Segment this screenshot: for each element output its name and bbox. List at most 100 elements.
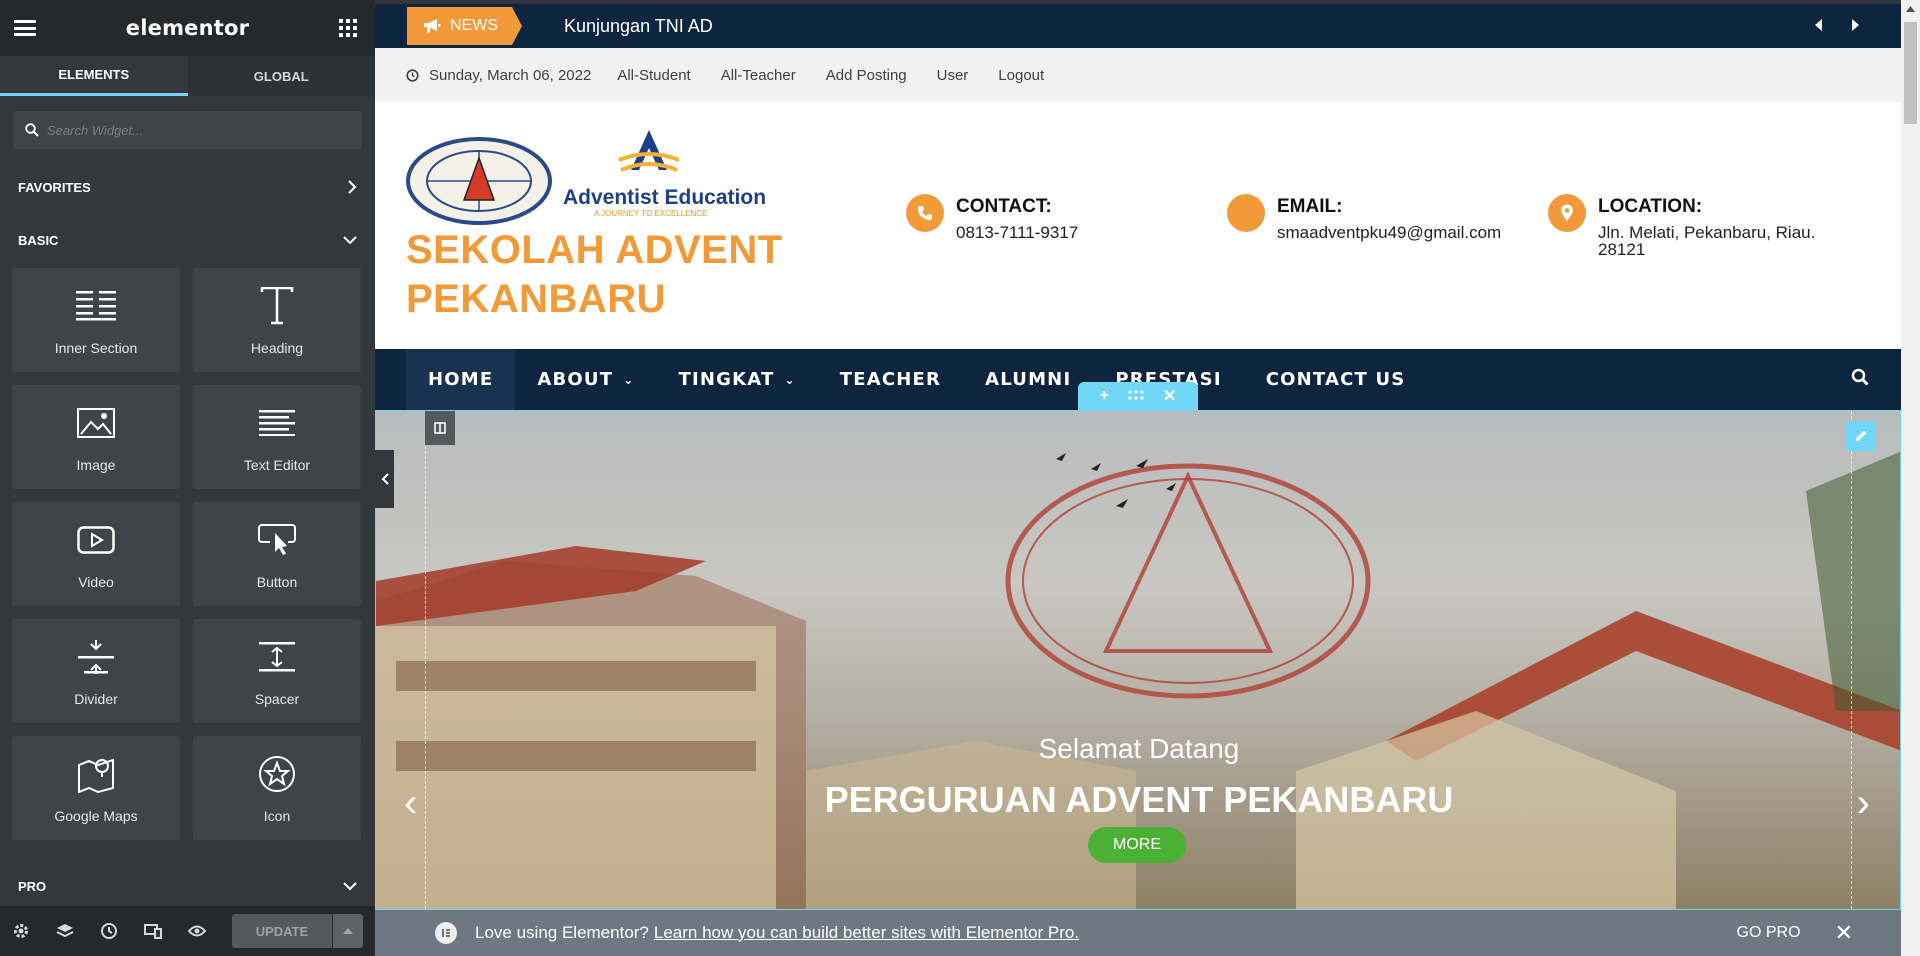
nav-label: ABOUT [537, 369, 614, 390]
scrollbar-thumb[interactable] [1904, 22, 1917, 124]
tab-global[interactable]: GLOBAL [187, 56, 375, 96]
column-icon [434, 422, 446, 434]
site-title[interactable]: SEKOLAH ADVENT PEKANBARU [406, 226, 786, 324]
promo-link[interactable]: Learn how you can build better sites wit… [654, 923, 1079, 943]
widget-image[interactable]: Image [12, 385, 180, 489]
location-title: LOCATION: [1598, 196, 1703, 217]
star-icon [259, 756, 295, 792]
video-icon [77, 526, 115, 554]
widget-label: Inner Section [54, 340, 138, 356]
link-all-teacher[interactable]: All-Teacher [721, 67, 796, 84]
history-icon[interactable] [100, 921, 118, 941]
widget-label: Heading [250, 340, 304, 356]
map-pin-icon [1548, 194, 1586, 232]
button-icon [258, 524, 296, 555]
nav-alumni[interactable]: ALUMNI [963, 349, 1093, 410]
favorites-section[interactable]: FAVORITES [0, 162, 375, 212]
heading-icon [260, 287, 294, 325]
chevron-down-icon [343, 236, 357, 245]
email-address: smaadventpku49@gmail.com [1277, 223, 1502, 242]
nav-teacher[interactable]: TEACHER [818, 349, 963, 410]
widget-icon[interactable]: Icon [193, 736, 361, 840]
preview-eye-icon[interactable] [188, 921, 206, 941]
news-headline[interactable]: Kunjungan TNI AD [564, 16, 713, 37]
settings-gear-icon[interactable] [12, 921, 30, 941]
page-preview: NEWS Kunjungan TNI AD Sunday, March 06, … [375, 0, 1901, 956]
widget-text-editor[interactable]: Text Editor [193, 385, 361, 489]
logo-text: Adventist Education [563, 186, 766, 209]
drag-handle-icon[interactable] [1128, 387, 1144, 405]
link-add-posting[interactable]: Add Posting [826, 67, 907, 84]
widget-label: Divider [74, 691, 118, 707]
delete-section-icon[interactable]: ✕ [1163, 386, 1176, 406]
phone-icon [906, 194, 944, 232]
more-button[interactable]: MORE [1088, 827, 1186, 863]
nav-label: HOME [428, 369, 494, 390]
edit-widget-pencil-icon[interactable] [1846, 421, 1876, 451]
current-date: Sunday, March 06, 2022 [406, 67, 591, 84]
pro-section[interactable]: PRO [0, 866, 375, 906]
widget-label: Spacer [254, 691, 300, 707]
widget-heading[interactable]: Heading [193, 268, 361, 372]
email-info: EMAIL: smaadventpku49@gmail.com [1227, 194, 1501, 241]
chevron-down-icon: ⌄ [784, 372, 796, 387]
update-button[interactable]: UPDATE [232, 914, 332, 948]
news-label-text: NEWS [450, 17, 498, 34]
chevron-down-icon [343, 882, 357, 891]
search-icon[interactable] [1851, 368, 1869, 391]
widget-button[interactable]: Button [193, 502, 361, 606]
megaphone-icon [424, 19, 441, 33]
site-logo[interactable]: Adventist Education A JOURNEY TO EXCELLE… [406, 126, 786, 231]
widget-inner-section[interactable]: Inner Section [12, 268, 180, 372]
apps-grid-icon[interactable] [338, 19, 357, 37]
info-bar: Sunday, March 06, 2022 All-Student All-T… [375, 48, 1901, 102]
news-prev-icon[interactable] [1813, 18, 1823, 35]
navigator-layers-icon[interactable] [56, 921, 74, 941]
contact-title: CONTACT: [956, 196, 1052, 217]
search-widget-input[interactable] [47, 122, 350, 138]
nav-about[interactable]: ABOUT ⌄ [515, 349, 656, 410]
slide-subtitle: Selamat Datang [1038, 733, 1240, 764]
panel-header: elementor [0, 0, 375, 56]
hero-slider: ‹ › Selamat Datang PERGURUAN ADVENT PEKA… [375, 410, 1901, 910]
slide-title: PERGURUAN ADVENT PEKANBARU [824, 779, 1454, 820]
nav-label: CONTACT US [1265, 369, 1406, 390]
nav-contact-us[interactable]: CONTACT US [1244, 349, 1428, 410]
widget-divider[interactable]: Divider [12, 619, 180, 723]
widget-google-maps[interactable]: Google Maps [12, 736, 180, 840]
chevron-up-icon [343, 928, 353, 934]
panel-tabs: ELEMENTS GLOBAL [0, 56, 375, 96]
text-editor-icon [259, 410, 295, 436]
widget-label: Google Maps [54, 808, 138, 824]
panel-footer: UPDATE [0, 906, 375, 956]
update-options-button[interactable] [333, 914, 363, 948]
chevron-right-icon [348, 180, 357, 194]
panel-collapse-toggle[interactable] [375, 450, 394, 508]
nav-home[interactable]: HOME [406, 349, 516, 410]
chevron-down-icon: ⌄ [623, 372, 635, 387]
tab-elements[interactable]: ELEMENTS [0, 56, 188, 96]
column-handle[interactable] [425, 411, 455, 445]
scroll-up-icon[interactable] [1901, 0, 1920, 17]
spacer-icon [259, 642, 295, 672]
nav-tingkat[interactable]: TINGKAT ⌄ [657, 349, 818, 410]
add-section-icon[interactable]: + [1100, 387, 1109, 405]
widget-spacer[interactable]: Spacer [193, 619, 361, 723]
date-text: Sunday, March 06, 2022 [429, 66, 592, 84]
contact-info: CONTACT: 0813-7111-9317 [906, 194, 1078, 241]
menu-icon[interactable] [14, 20, 36, 36]
map-icon [78, 758, 114, 793]
widget-video[interactable]: Video [12, 502, 180, 606]
link-user[interactable]: User [937, 67, 969, 84]
link-logout[interactable]: Logout [998, 67, 1044, 84]
inner-section-icon [76, 291, 116, 321]
location-address: Jln. Melati, Pekanbaru, Riau. 28121 [1598, 223, 1816, 259]
basic-section[interactable]: BASIC [0, 212, 375, 268]
news-next-icon[interactable] [1851, 18, 1861, 35]
responsive-mode-icon[interactable] [144, 921, 162, 941]
link-all-student[interactable]: All-Student [617, 67, 690, 84]
page-scrollbar[interactable] [1901, 0, 1920, 956]
promo-bar: Love using Elementor? Learn how you can … [375, 910, 1901, 956]
close-icon[interactable]: ✕ [1835, 920, 1853, 946]
go-pro-link[interactable]: GO PRO [1737, 924, 1801, 942]
